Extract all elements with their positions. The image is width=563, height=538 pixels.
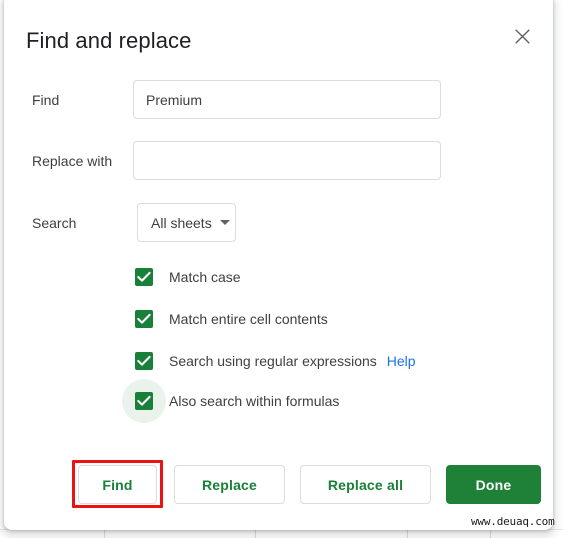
checkbox-match-entire-cell-contents[interactable]: Match entire cell contents [135, 309, 328, 329]
find-and-replace-dialog: Find and replace Find Replace with Searc… [4, 0, 553, 530]
find-label: Find [32, 92, 60, 108]
grid-column-divider [255, 529, 256, 538]
checkbox-search-using-regular-expressions[interactable]: Search using regular expressions Help [135, 351, 416, 371]
regex-help-link[interactable]: Help [387, 351, 416, 371]
done-button[interactable]: Done [446, 465, 541, 504]
replace-input[interactable] [133, 141, 441, 180]
search-scope-value: All sheets [151, 214, 212, 231]
find-input[interactable] [133, 80, 441, 119]
checkbox-match-case[interactable]: Match case [135, 267, 241, 287]
checkbox-checked-icon [135, 392, 153, 410]
checkbox-also-search-within-formulas[interactable]: Also search within formulas [122, 379, 340, 423]
replace-button[interactable]: Replace [174, 465, 285, 504]
search-scope-dropdown[interactable]: All sheets [137, 203, 236, 242]
search-label: Search [32, 215, 77, 231]
checkbox-label: Match case [169, 269, 241, 285]
replace-all-button[interactable]: Replace all [300, 465, 431, 504]
checkbox-checked-icon [135, 310, 153, 328]
checkbox-checked-icon [135, 352, 153, 370]
checkbox-label: Also search within formulas [169, 393, 340, 409]
grid-column-divider [407, 529, 408, 538]
checkbox-label: Search using regular expressions [169, 353, 377, 369]
replace-label: Replace with [32, 153, 113, 169]
grid-column-divider [490, 529, 491, 538]
watermark: www.deuaq.com [471, 515, 555, 528]
close-icon[interactable] [506, 20, 538, 52]
checkbox-checked-icon [135, 268, 153, 286]
checkbox-label: Match entire cell contents [169, 311, 328, 327]
grid-column-divider [104, 529, 105, 538]
find-button[interactable]: Find [78, 465, 157, 504]
chevron-down-icon [219, 220, 230, 225]
dialog-title: Find and replace [26, 28, 192, 53]
